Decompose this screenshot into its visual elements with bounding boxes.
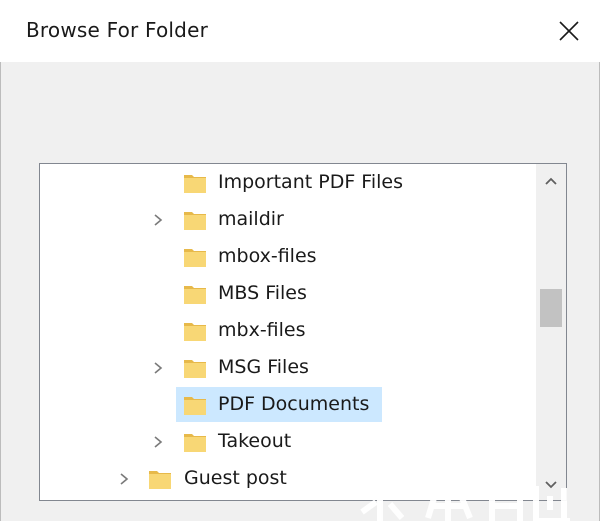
tree-item-maildir[interactable]: maildir <box>40 203 537 237</box>
folder-icon <box>184 286 206 304</box>
folder-icon <box>184 360 206 378</box>
tree-item-label: Takeout <box>218 430 292 452</box>
tree-item-label: mbx-files <box>218 319 306 341</box>
dialog-border-left <box>0 62 1 521</box>
tree-item-label: PDF Documents <box>218 393 370 415</box>
chevron-right-icon[interactable] <box>151 213 165 227</box>
tree-item-label: MBS Files <box>218 282 307 304</box>
folder-icon <box>184 249 206 267</box>
tree-item-mbs-files[interactable]: MBS Files <box>40 277 537 311</box>
folder-tree[interactable]: Important PDF Files maildir mbox-files M… <box>39 163 567 501</box>
tree-item-mbox-files[interactable]: mbox-files <box>40 240 537 274</box>
dialog-title: Browse For Folder <box>26 18 208 42</box>
chevron-right-icon[interactable] <box>117 472 131 486</box>
close-icon <box>559 21 579 41</box>
tree-item-label: mbox-files <box>218 245 317 267</box>
tree-item-msg-files[interactable]: MSG Files <box>40 351 537 385</box>
folder-icon <box>184 175 206 193</box>
folder-icon <box>184 397 206 415</box>
folder-icon <box>184 212 206 230</box>
folder-icon <box>184 434 206 452</box>
vertical-scrollbar[interactable] <box>536 164 566 500</box>
watermark-logo <box>350 478 600 521</box>
tree-item-takeout[interactable]: Takeout <box>40 425 537 459</box>
close-button[interactable] <box>548 10 590 52</box>
tree-item-label: MSG Files <box>218 356 309 378</box>
chevron-right-icon[interactable] <box>151 435 165 449</box>
scroll-thumb[interactable] <box>540 289 562 327</box>
tree-item-label: Guest post <box>184 467 287 489</box>
browse-for-folder-dialog: Browse For Folder Important PDF Files ma… <box>0 0 600 521</box>
tree-item-important-pdf-files[interactable]: Important PDF Files <box>40 166 537 200</box>
tree-item-mbx-files[interactable]: mbx-files <box>40 314 537 348</box>
tree-item-pdf-documents[interactable]: PDF Documents <box>176 387 382 422</box>
tree-item-label: Important PDF Files <box>218 171 403 193</box>
folder-icon <box>149 471 171 489</box>
chevron-up-icon <box>545 177 557 185</box>
watermark-icon <box>358 482 570 521</box>
folder-icon <box>184 323 206 341</box>
scroll-up-button[interactable] <box>536 166 566 196</box>
title-bar: Browse For Folder <box>0 0 600 62</box>
tree-item-label: maildir <box>218 208 284 230</box>
chevron-right-icon[interactable] <box>151 361 165 375</box>
